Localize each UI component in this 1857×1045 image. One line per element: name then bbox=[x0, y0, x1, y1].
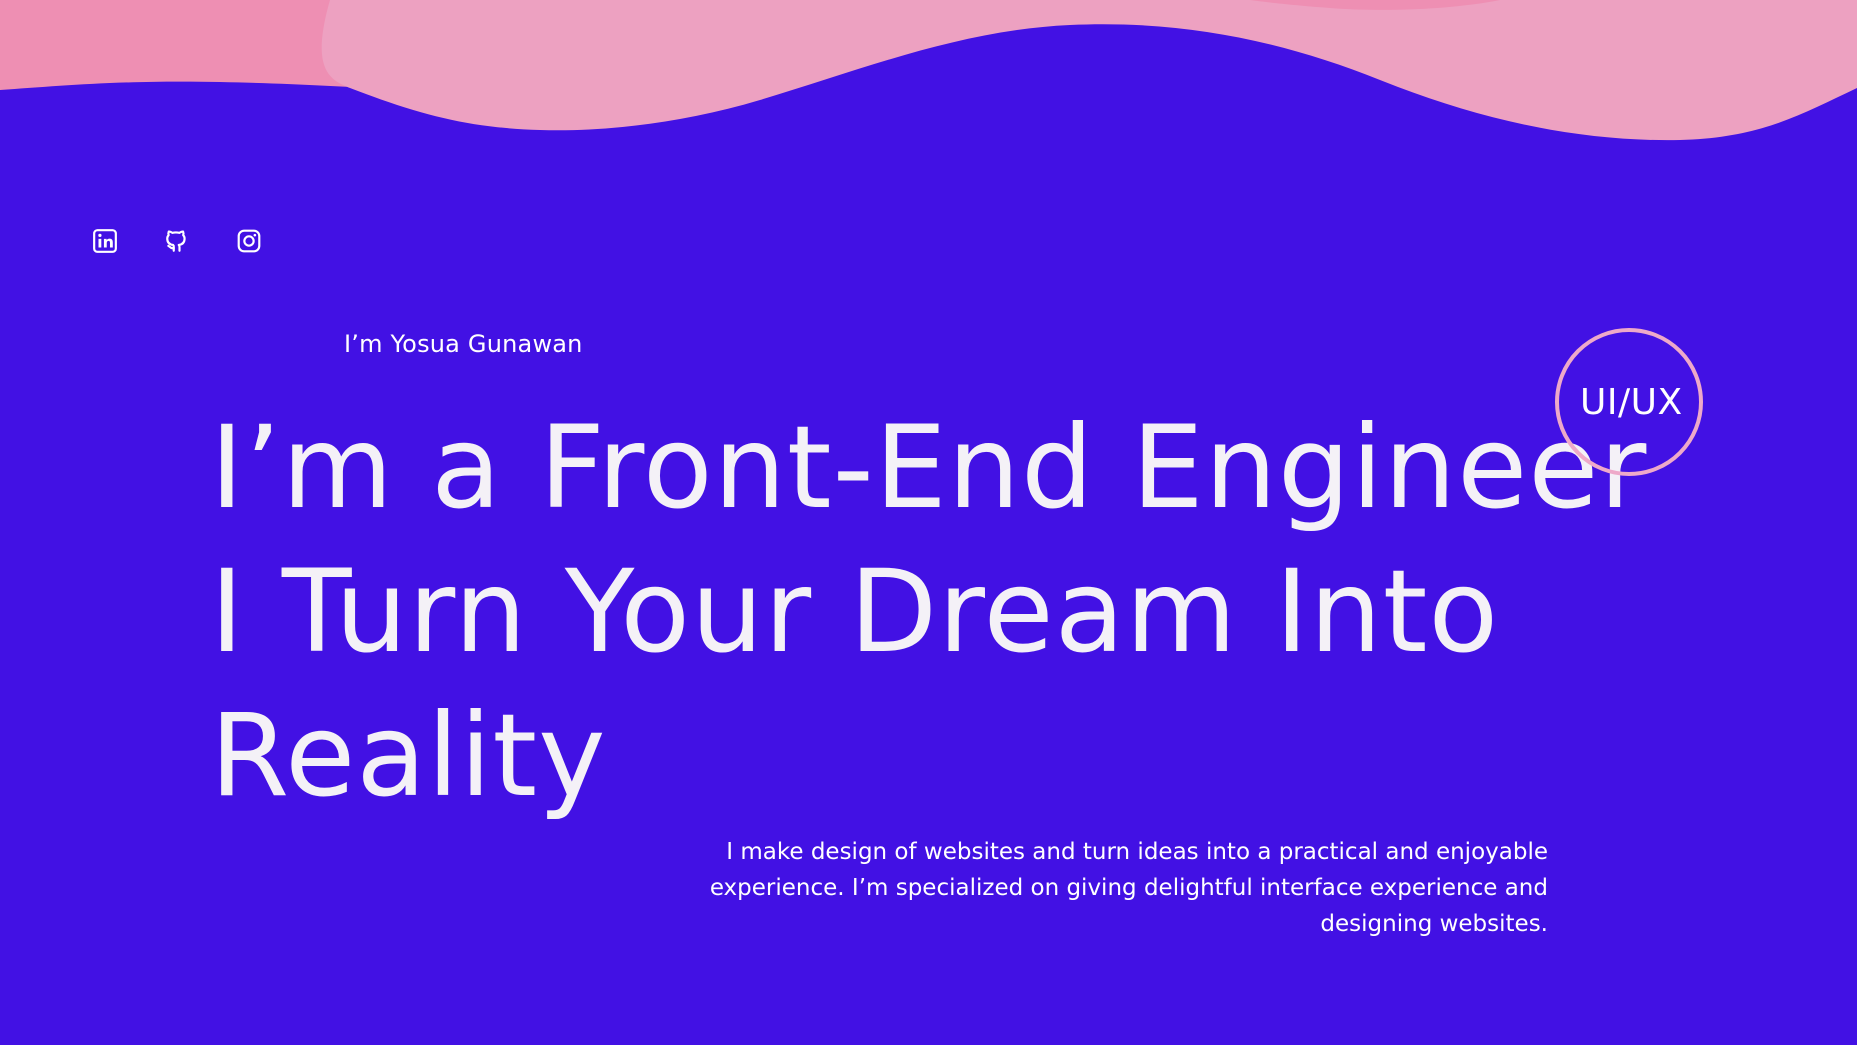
hero-section: I’m Yosua Gunawan I’m a Front-End Engine… bbox=[0, 0, 1857, 1045]
hero-headline: I’m a Front-End Engineer I Turn Your Dre… bbox=[210, 396, 1647, 828]
instagram-icon bbox=[237, 229, 261, 253]
intro-text: I’m Yosua Gunawan bbox=[344, 330, 583, 358]
linkedin-link[interactable] bbox=[92, 228, 118, 254]
headline-line-3: Reality bbox=[210, 689, 607, 822]
social-links bbox=[92, 228, 262, 254]
uiux-badge-label: UI/UX bbox=[1580, 382, 1683, 423]
top-wave-decoration bbox=[0, 0, 1857, 141]
headline-line-2: I Turn Your Dream Into bbox=[210, 545, 1500, 678]
wave-front bbox=[321, 0, 1857, 141]
github-icon bbox=[166, 230, 186, 252]
github-link[interactable] bbox=[164, 228, 190, 254]
instagram-link[interactable] bbox=[236, 228, 262, 254]
hero-description: I make design of websites and turn ideas… bbox=[709, 839, 1548, 937]
linkedin-icon bbox=[93, 229, 117, 253]
headline-line-1: I’m a Front-End Engineer bbox=[210, 401, 1648, 534]
